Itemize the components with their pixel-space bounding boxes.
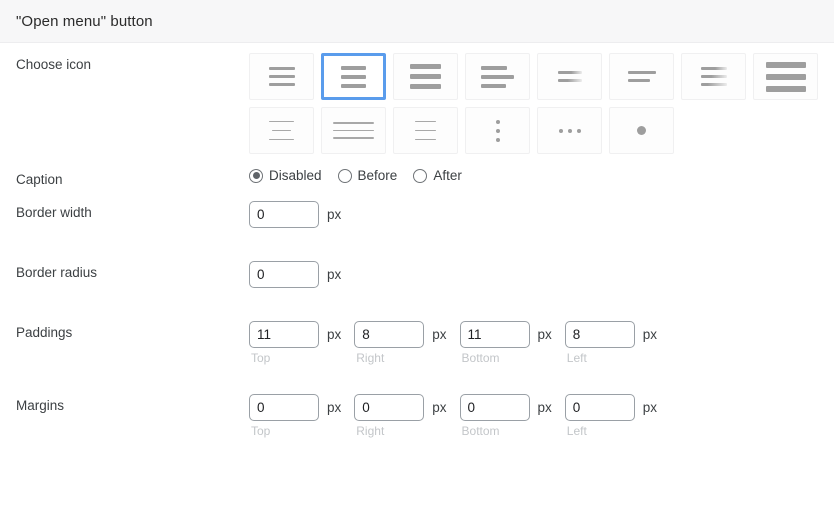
radio-mark-disabled[interactable] xyxy=(249,168,263,183)
margin-bottom-input[interactable] xyxy=(459,394,530,421)
radio-mark-before[interactable] xyxy=(337,168,352,183)
icon-tile-meatball-horizontal-dots[interactable] xyxy=(537,107,602,154)
margin-right-wrap: Right xyxy=(354,394,425,438)
padding-right-input[interactable] xyxy=(354,321,425,348)
margin-top-input[interactable] xyxy=(249,394,319,421)
meatball-horizontal-dots-icon xyxy=(558,128,581,133)
hamburger-3-line-thick-icon xyxy=(410,62,441,92)
icon-tile-single-dot[interactable] xyxy=(609,107,674,154)
padding-right-unit: px xyxy=(432,327,447,342)
margin-left-sublabel: Left xyxy=(566,424,587,438)
border-width-unit: px xyxy=(327,207,342,222)
margin-top-unit: px xyxy=(327,400,342,415)
row-caption: Caption Disabled Before After xyxy=(0,154,834,187)
radio-caption-after[interactable]: After xyxy=(413,168,462,183)
paddings-control: Top px Right px Bottom px Left px xyxy=(249,321,834,365)
panel-header: "Open menu" button xyxy=(0,0,834,43)
caption-radio-group: Disabled Before After xyxy=(249,168,472,183)
single-dot-icon xyxy=(637,126,646,135)
padding-bottom-wrap: Bottom xyxy=(459,321,530,365)
border-radius-unit: px xyxy=(327,267,342,282)
icon-tile-hamburger-3-line-thick[interactable] xyxy=(393,53,458,100)
hamburger-3-line-medium-icon xyxy=(341,63,366,90)
padding-top-sublabel: Top xyxy=(251,351,271,365)
hamburger-3-line-left-align-icon xyxy=(481,63,514,90)
hamburger-3-line-hairline-medium-icon xyxy=(415,117,436,144)
icon-tile-hamburger-3-line-medium[interactable] xyxy=(321,53,386,100)
margin-right-input[interactable] xyxy=(354,394,425,421)
margin-right-sublabel: Right xyxy=(356,424,385,438)
icon-tile-hamburger-3-line-fade[interactable] xyxy=(681,53,746,100)
margins-control: Top px Right px Bottom px Left px xyxy=(249,394,834,438)
row-choose-icon: Choose icon xyxy=(0,43,834,154)
row-border-width: Border width px xyxy=(0,187,834,247)
margin-right-unit: px xyxy=(432,400,447,415)
margin-left-unit: px xyxy=(642,400,658,415)
margins-label: Margins xyxy=(16,398,65,413)
kebab-vertical-dots-icon xyxy=(495,119,500,142)
page-title: "Open menu" button xyxy=(16,12,153,30)
radio-label-before: Before xyxy=(357,168,398,183)
hamburger-3-line-mixed-width-icon xyxy=(557,69,582,85)
choose-icon-label: Choose icon xyxy=(16,57,92,72)
radio-caption-before[interactable]: Before xyxy=(337,168,398,183)
padding-top-wrap: Top xyxy=(249,321,319,365)
padding-bottom-input[interactable] xyxy=(459,321,530,348)
border-width-control: px xyxy=(249,201,834,228)
caption-control: Disabled Before After xyxy=(249,168,834,183)
icon-tile-hamburger-3-line-hairline-medium[interactable] xyxy=(393,107,458,154)
caption-label: Caption xyxy=(16,172,63,187)
hamburger-3-line-short-icon xyxy=(268,65,295,89)
border-radius-input[interactable] xyxy=(249,261,319,288)
padding-right-wrap: Right xyxy=(354,321,425,365)
padding-left-sublabel: Left xyxy=(566,351,587,365)
hamburger-2-line-fade-icon xyxy=(627,69,656,85)
margin-top-wrap: Top xyxy=(249,394,319,438)
hamburger-3-line-hairline-wide-icon xyxy=(333,119,374,142)
radio-label-after: After xyxy=(433,168,462,183)
padding-bottom-sublabel: Bottom xyxy=(461,351,500,365)
border-radius-field-wrap xyxy=(249,261,319,288)
row-margins: Margins Top px Right px Bottom px Left p… xyxy=(0,380,834,453)
radio-caption-disabled[interactable]: Disabled xyxy=(249,168,322,183)
settings-form: Choose icon Caption Disabled Before Afte… xyxy=(0,43,834,453)
padding-left-input[interactable] xyxy=(564,321,635,348)
border-radius-control: px xyxy=(249,261,834,288)
radio-mark-after[interactable] xyxy=(413,168,428,183)
icon-tile-hamburger-2-line-fade[interactable] xyxy=(609,53,674,100)
hamburger-3-line-hairline-short-icon xyxy=(269,117,294,144)
border-width-input[interactable] xyxy=(249,201,319,228)
border-radius-label: Border radius xyxy=(16,265,98,280)
icon-tile-hamburger-3-line-hairline-wide[interactable] xyxy=(321,107,386,154)
border-width-label: Border width xyxy=(16,205,92,220)
paddings-label: Paddings xyxy=(16,325,73,340)
icon-tile-hamburger-3-line-bold[interactable] xyxy=(753,53,818,100)
margin-bottom-unit: px xyxy=(537,400,552,415)
icon-tile-hamburger-3-line-hairline-short[interactable] xyxy=(249,107,314,154)
icon-tile-hamburger-3-line-mixed-width[interactable] xyxy=(537,53,602,100)
padding-top-input[interactable] xyxy=(249,321,319,348)
radio-label-disabled: Disabled xyxy=(269,168,322,183)
icon-tile-hamburger-3-line-short[interactable] xyxy=(249,53,314,100)
icon-tile-kebab-vertical-dots[interactable] xyxy=(465,107,530,154)
margin-left-wrap: Left xyxy=(564,394,635,438)
hamburger-3-line-bold-icon xyxy=(765,59,806,95)
padding-top-unit: px xyxy=(327,327,342,342)
padding-right-sublabel: Right xyxy=(356,351,385,365)
margin-bottom-wrap: Bottom xyxy=(459,394,530,438)
choose-icon-control xyxy=(249,53,834,154)
row-border-radius: Border radius px xyxy=(0,247,834,307)
margin-left-input[interactable] xyxy=(564,394,635,421)
padding-bottom-unit: px xyxy=(537,327,552,342)
margin-top-sublabel: Top xyxy=(251,424,271,438)
icon-picker-grid xyxy=(249,53,834,154)
row-paddings: Paddings Top px Right px Bottom px Left … xyxy=(0,307,834,380)
padding-left-wrap: Left xyxy=(564,321,635,365)
hamburger-3-line-fade-icon xyxy=(700,65,727,89)
border-width-field-wrap xyxy=(249,201,319,228)
margin-bottom-sublabel: Bottom xyxy=(461,424,500,438)
icon-tile-hamburger-3-line-left-align[interactable] xyxy=(465,53,530,100)
padding-left-unit: px xyxy=(642,327,658,342)
